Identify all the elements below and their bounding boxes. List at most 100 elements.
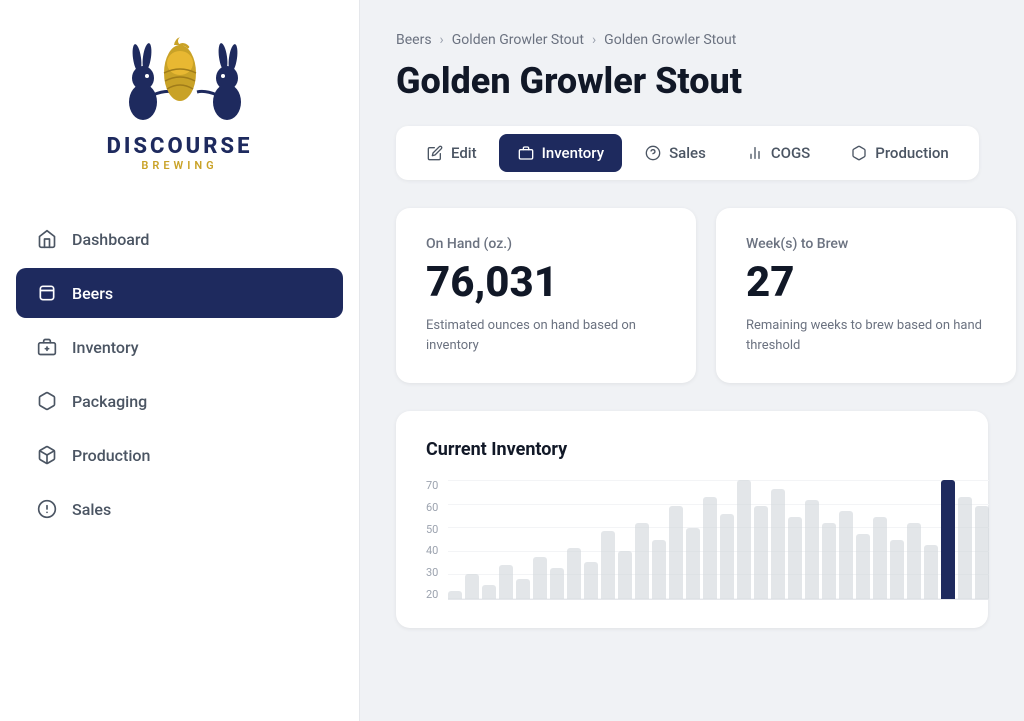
y-axis-label: 70 bbox=[426, 480, 438, 491]
stat-weeks-value: 27 bbox=[746, 262, 986, 304]
chart-bar bbox=[669, 506, 683, 600]
chart-title: Current Inventory bbox=[426, 439, 958, 460]
home-icon bbox=[36, 228, 58, 250]
chart-bar bbox=[839, 511, 853, 599]
tab-cogs[interactable]: COGS bbox=[728, 134, 828, 172]
sales-tab-icon bbox=[644, 144, 662, 162]
breadcrumb-beer-name[interactable]: Golden Growler Stout bbox=[452, 32, 584, 48]
chart-bar bbox=[771, 489, 785, 600]
chart-bar bbox=[618, 551, 632, 599]
cogs-tab-icon bbox=[746, 144, 764, 162]
production-tab-icon bbox=[850, 144, 868, 162]
logo-graphic bbox=[100, 30, 260, 130]
chart-bar bbox=[482, 585, 496, 599]
chart-bar bbox=[958, 497, 972, 599]
chart-gridline bbox=[448, 504, 989, 505]
stat-on-hand-label: On Hand (oz.) bbox=[426, 236, 666, 252]
chart-card: Current Inventory 70 60 50 40 30 20 bbox=[396, 411, 988, 628]
chart-bar bbox=[856, 534, 870, 599]
stat-weeks-label: Week(s) to Brew bbox=[746, 236, 986, 252]
sidebar-item-beers[interactable]: Beers bbox=[16, 268, 343, 318]
sidebar-label-beers: Beers bbox=[72, 284, 113, 303]
y-axis-label: 40 bbox=[426, 545, 438, 556]
sidebar-label-packaging: Packaging bbox=[72, 392, 147, 411]
chart-bar bbox=[754, 506, 768, 600]
chart-bar bbox=[805, 500, 819, 599]
breadcrumb: Beers › Golden Growler Stout › Golden Gr… bbox=[396, 32, 988, 48]
tab-inventory[interactable]: Inventory bbox=[499, 134, 622, 172]
stat-weeks-desc: Remaining weeks to brew based on hand th… bbox=[746, 316, 986, 355]
sidebar: DISCOURSE BREWING Dashboard Beers bbox=[0, 0, 360, 721]
tab-sales[interactable]: Sales bbox=[626, 134, 724, 172]
breadcrumb-current: Golden Growler Stout bbox=[604, 32, 736, 48]
logo-svg bbox=[105, 35, 255, 125]
sidebar-label-sales: Sales bbox=[72, 500, 111, 519]
beers-icon bbox=[36, 282, 58, 304]
chart-bar bbox=[533, 557, 547, 600]
stat-card-weeks: Week(s) to Brew 27 Remaining weeks to br… bbox=[716, 208, 1016, 383]
y-axis-label: 20 bbox=[426, 589, 438, 600]
production-icon bbox=[36, 444, 58, 466]
chart-bar bbox=[686, 528, 700, 599]
sales-icon bbox=[36, 498, 58, 520]
page-title: Golden Growler Stout bbox=[396, 60, 988, 102]
chart-bar bbox=[924, 545, 938, 599]
chart-bar bbox=[635, 523, 649, 600]
inventory-tab-icon bbox=[517, 144, 535, 162]
stat-on-hand-desc: Estimated ounces on hand based on invent… bbox=[426, 316, 666, 355]
tab-production[interactable]: Production bbox=[832, 134, 967, 172]
chart-bars bbox=[448, 480, 989, 600]
chart-bar bbox=[448, 591, 462, 600]
chart-bar bbox=[873, 517, 887, 599]
chart-bar bbox=[465, 574, 479, 600]
chart-bar bbox=[550, 568, 564, 599]
tab-inventory-label: Inventory bbox=[542, 144, 604, 162]
chart-bar bbox=[720, 514, 734, 599]
chart-bar bbox=[499, 565, 513, 599]
sidebar-item-inventory[interactable]: Inventory bbox=[16, 322, 343, 372]
logo-area: DISCOURSE BREWING bbox=[100, 20, 260, 182]
chart-bar bbox=[907, 523, 921, 600]
chart-bar bbox=[601, 531, 615, 599]
chart-bar bbox=[737, 480, 751, 599]
sidebar-label-dashboard: Dashboard bbox=[72, 230, 149, 249]
chart-bar bbox=[567, 548, 581, 599]
chart-bar bbox=[788, 517, 802, 599]
chart-bar bbox=[584, 562, 598, 599]
stats-cards: On Hand (oz.) 76,031 Estimated ounces on… bbox=[396, 208, 988, 383]
chart-area: 70 60 50 40 30 20 bbox=[426, 480, 958, 600]
y-axis-label: 50 bbox=[426, 524, 438, 535]
edit-icon bbox=[426, 144, 444, 162]
chart-gridline bbox=[448, 480, 989, 481]
tab-cogs-label: COGS bbox=[771, 144, 810, 162]
sidebar-item-packaging[interactable]: Packaging bbox=[16, 376, 343, 426]
chart-bar bbox=[703, 497, 717, 599]
breadcrumb-sep-1: › bbox=[440, 32, 444, 48]
y-axis: 70 60 50 40 30 20 bbox=[426, 480, 446, 600]
y-axis-label: 30 bbox=[426, 567, 438, 578]
chart-bar bbox=[941, 480, 955, 599]
chart-bar bbox=[822, 523, 836, 600]
breadcrumb-sep-2: › bbox=[592, 32, 596, 48]
stat-card-on-hand: On Hand (oz.) 76,031 Estimated ounces on… bbox=[396, 208, 696, 383]
nav: Dashboard Beers Inventory bbox=[0, 214, 359, 538]
main-content: Beers › Golden Growler Stout › Golden Gr… bbox=[360, 0, 1024, 721]
brand-name: DISCOURSE bbox=[107, 134, 253, 159]
sidebar-label-inventory: Inventory bbox=[72, 338, 139, 357]
chart-bar bbox=[890, 540, 904, 600]
sidebar-item-dashboard[interactable]: Dashboard bbox=[16, 214, 343, 264]
tabs-bar: Edit Inventory Sales bbox=[396, 126, 979, 180]
logo-text: DISCOURSE BREWING bbox=[107, 134, 253, 172]
sidebar-item-production[interactable]: Production bbox=[16, 430, 343, 480]
tab-edit-label: Edit bbox=[451, 144, 477, 162]
y-axis-label: 60 bbox=[426, 502, 438, 513]
sidebar-item-sales[interactable]: Sales bbox=[16, 484, 343, 534]
stat-on-hand-value: 76,031 bbox=[426, 262, 666, 304]
breadcrumb-beers[interactable]: Beers bbox=[396, 32, 432, 48]
brand-sub: BREWING bbox=[107, 159, 253, 172]
packaging-icon bbox=[36, 390, 58, 412]
tab-sales-label: Sales bbox=[669, 144, 706, 162]
tab-edit[interactable]: Edit bbox=[408, 134, 495, 172]
chart-bar bbox=[516, 579, 530, 599]
inventory-icon bbox=[36, 336, 58, 358]
